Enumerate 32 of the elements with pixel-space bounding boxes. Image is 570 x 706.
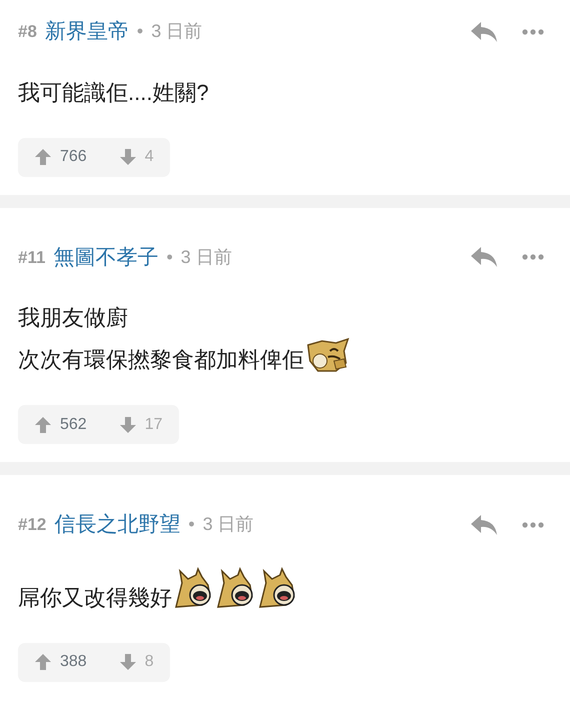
- post-number: #11: [18, 246, 46, 268]
- post-time: 3 日前: [180, 246, 232, 269]
- upvote-button[interactable]: 766: [34, 145, 87, 169]
- reply-icon[interactable]: [470, 20, 498, 44]
- post-text: 我朋友做廚: [18, 304, 128, 332]
- up-arrow-icon: [34, 148, 52, 166]
- username-link[interactable]: 信長之北野望: [54, 509, 180, 540]
- up-arrow-icon: [34, 653, 52, 671]
- upvote-button[interactable]: 562: [34, 412, 87, 436]
- down-arrow-icon: [118, 653, 137, 671]
- emoji-icon: [217, 566, 253, 608]
- emoji-icon: [307, 338, 350, 372]
- username-link[interactable]: 新界皇帝: [44, 16, 129, 48]
- upvote-button[interactable]: 388: [34, 650, 87, 674]
- reply-icon[interactable]: [470, 245, 498, 270]
- separator-dot: •: [188, 513, 195, 536]
- post-text: 次次有環保撚黎食都加料俾佢: [18, 346, 304, 374]
- down-arrow-icon: [118, 148, 137, 166]
- separator-dot: •: [166, 246, 173, 269]
- post-text: 我可能識佢....姓關?: [18, 78, 209, 106]
- reply-icon[interactable]: [470, 512, 498, 537]
- username-link[interactable]: 無圖不孝子: [53, 242, 158, 273]
- post-time: 3 日前: [202, 513, 254, 536]
- separator-dot: •: [136, 20, 144, 44]
- post-number: #12: [18, 514, 46, 536]
- post-number: #8: [18, 21, 37, 43]
- post-text: 屌你又改得幾好: [18, 584, 172, 612]
- post-time: 3 日前: [151, 20, 202, 44]
- down-arrow-icon: [118, 416, 137, 434]
- emoji-icon: [259, 566, 295, 608]
- up-arrow-icon: [34, 416, 52, 434]
- emoji-icon: [175, 566, 211, 608]
